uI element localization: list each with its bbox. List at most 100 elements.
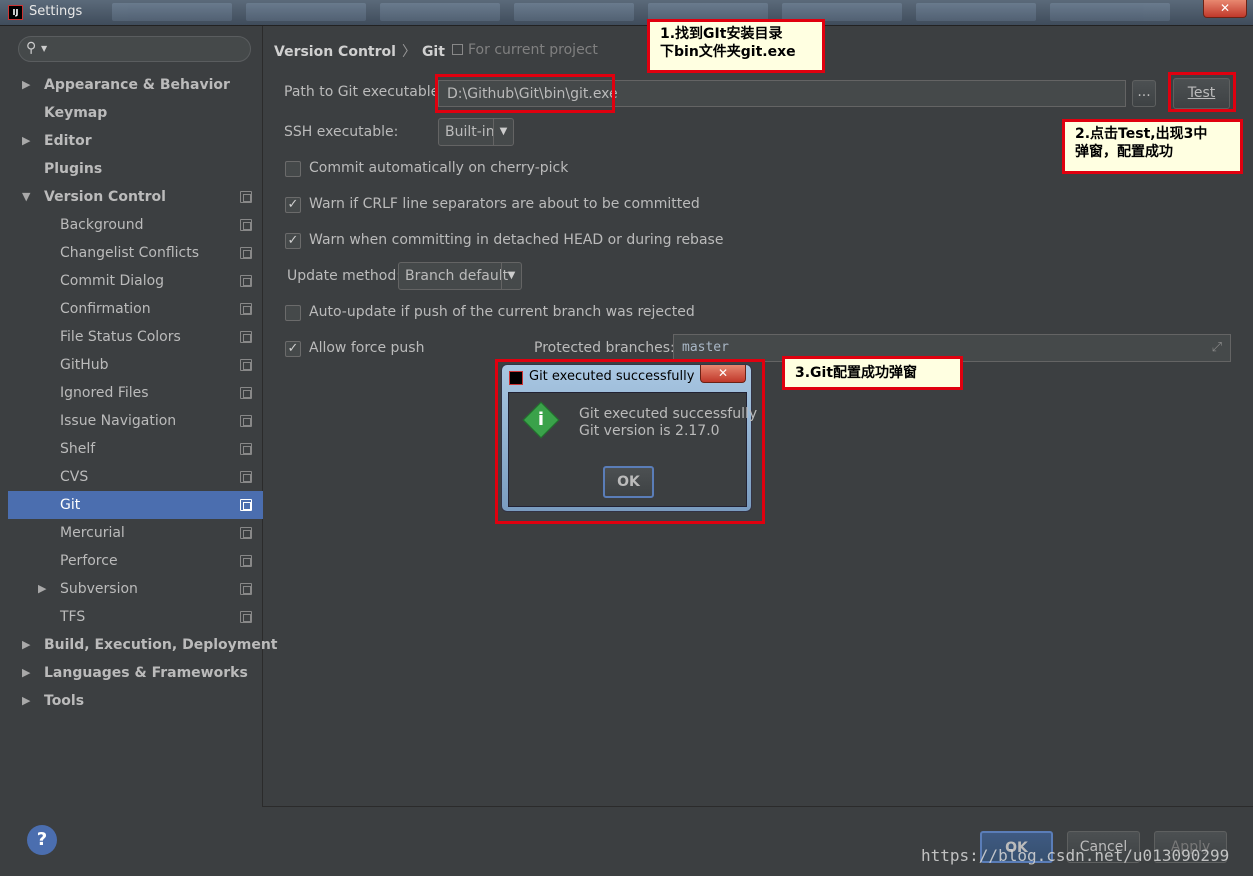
- sidebar-item-label: Background: [60, 217, 144, 233]
- expanded-arrow-icon[interactable]: ▼: [22, 183, 30, 211]
- annotation-note-step1-line2: 下bin文件夹git.exe: [660, 44, 796, 60]
- collapsed-arrow-icon[interactable]: ▶: [22, 659, 30, 687]
- browse-button[interactable]: ...: [1132, 80, 1156, 107]
- sidebar-item-perforce[interactable]: Perforce: [8, 547, 263, 575]
- sidebar-item-keymap[interactable]: Keymap: [8, 99, 263, 127]
- project-level-icon: [240, 303, 252, 315]
- update-method-dropdown-arrow-icon: ▼: [501, 263, 521, 289]
- project-level-icon: [240, 191, 252, 203]
- dialog-message: Git executed successfully Git version is…: [579, 406, 757, 440]
- collapsed-arrow-icon[interactable]: ▶: [22, 71, 30, 99]
- dialog-body: i Git executed successfully Git version …: [508, 392, 757, 507]
- sidebar-item-label: Keymap: [44, 105, 108, 121]
- sidebar-item-shelf[interactable]: Shelf: [8, 435, 263, 463]
- sidebar-item-label: TFS: [60, 609, 86, 625]
- dialog-message-line1: Git executed successfully: [579, 406, 758, 422]
- commit-cherry-pick-checkbox[interactable]: [285, 161, 301, 177]
- project-level-icon: [240, 219, 252, 231]
- sidebar-item-label: Git: [60, 497, 81, 513]
- project-scope-text: For current project: [468, 42, 598, 58]
- warn-crlf-checkbox[interactable]: ✓: [285, 197, 301, 213]
- intellij-app-icon: IJ: [8, 5, 23, 20]
- sidebar-item-tfs[interactable]: TFS: [8, 603, 263, 631]
- expand-icon[interactable]: ⤢: [1212, 335, 1222, 361]
- auto-update-checkbox[interactable]: [285, 305, 301, 321]
- ssh-executable-select[interactable]: Built-in ▼: [438, 118, 514, 146]
- annotation-highlight-test: [1168, 72, 1236, 112]
- project-level-icon: [240, 331, 252, 343]
- search-icon: ⚲: [26, 40, 37, 56]
- collapsed-arrow-icon[interactable]: ▶: [22, 127, 30, 155]
- sidebar-item-plugins[interactable]: Plugins: [8, 155, 263, 183]
- annotation-highlight-path: [435, 74, 615, 113]
- sidebar-item-label: Version Control: [44, 189, 166, 205]
- project-level-icon: [240, 499, 252, 511]
- project-level-icon: [240, 247, 252, 259]
- annotation-note-step3: 3.Git配置成功弹窗: [782, 356, 963, 390]
- breadcrumb-separator: 〉: [401, 44, 416, 60]
- allow-force-push-checkbox[interactable]: ✓: [285, 341, 301, 357]
- sidebar-item-label: Confirmation: [60, 301, 151, 317]
- allow-force-push-label: Allow force push: [309, 340, 425, 356]
- breadcrumb-git: Git: [421, 44, 445, 60]
- dialog-close-button[interactable]: ✕: [700, 365, 746, 383]
- sidebar-item-label: Perforce: [60, 553, 118, 569]
- sidebar-item-label: Languages & Frameworks: [44, 665, 248, 681]
- help-icon[interactable]: ?: [27, 825, 57, 855]
- sidebar-item-label: Commit Dialog: [60, 273, 165, 289]
- project-level-icon: [240, 275, 252, 287]
- sidebar-item-label: Appearance & Behavior: [44, 77, 230, 93]
- footer-divider: [263, 806, 1253, 807]
- sidebar-item-build-execution-deployment[interactable]: ▶ Build, Execution, Deployment: [8, 631, 278, 659]
- sidebar-item-label: Tools: [44, 693, 85, 709]
- update-method-select[interactable]: Branch default ▼: [398, 262, 522, 290]
- annotation-note-step2: 2.点击Test,出现3中 弹窗，配置成功: [1062, 119, 1243, 174]
- collapsed-arrow-icon[interactable]: ▶: [38, 575, 46, 603]
- sidebar-item-commit-dialog[interactable]: Commit Dialog: [8, 267, 263, 295]
- sidebar-item-confirmation[interactable]: Confirmation: [8, 295, 263, 323]
- window-title: Settings: [29, 4, 83, 19]
- protected-branches-label: Protected branches:: [534, 340, 675, 356]
- warn-crlf-label: Warn if CRLF line separators are about t…: [309, 196, 700, 212]
- sidebar-item-file-status-colors[interactable]: File Status Colors: [8, 323, 263, 351]
- sidebar-item-mercurial[interactable]: Mercurial: [8, 519, 263, 547]
- sidebar-item-tools[interactable]: ▶ Tools: [8, 687, 263, 715]
- warn-detached-head-label: Warn when committing in detached HEAD or…: [309, 232, 724, 248]
- annotation-note-step2-line2: 弹窗，配置成功: [1075, 144, 1173, 160]
- dialog-ok-button[interactable]: OK: [603, 466, 654, 498]
- protected-branches-value: master: [682, 340, 729, 355]
- project-level-icon: [240, 527, 252, 539]
- collapsed-arrow-icon[interactable]: ▶: [22, 631, 30, 659]
- sidebar-item-cvs[interactable]: CVS: [8, 463, 263, 491]
- sidebar-item-subversion[interactable]: ▶ Subversion: [8, 575, 263, 603]
- sidebar-item-changelist-conflicts[interactable]: Changelist Conflicts: [8, 239, 263, 267]
- sidebar-item-languages-frameworks[interactable]: ▶ Languages & Frameworks: [8, 659, 263, 687]
- window-title-bar: IJ Settings ✕: [0, 0, 1253, 26]
- git-success-dialog: Git executed successfully ✕ i Git execut…: [501, 364, 757, 512]
- sidebar-item-git[interactable]: Git: [8, 491, 263, 519]
- collapsed-arrow-icon[interactable]: ▶: [22, 687, 30, 715]
- sidebar-item-label: Ignored Files: [60, 385, 149, 401]
- path-to-git-label: Path to Git executable:: [284, 84, 444, 100]
- sidebar-item-appearance-behavior[interactable]: ▶ Appearance & Behavior: [8, 71, 263, 99]
- search-options-chevron-icon[interactable]: ▼: [41, 44, 47, 53]
- window-close-button[interactable]: ✕: [1203, 0, 1247, 18]
- sidebar-item-background[interactable]: Background: [8, 211, 263, 239]
- sidebar-item-version-control[interactable]: ▼ Version Control: [8, 183, 263, 211]
- info-icon: i: [537, 409, 545, 430]
- settings-sidebar: ⚲ ▼ ▶ Appearance & Behavior Keymap ▶ Editor P…: [8, 26, 278, 807]
- sidebar-item-ignored-files[interactable]: Ignored Files: [8, 379, 263, 407]
- settings-search-input[interactable]: ⚲ ▼: [18, 36, 251, 62]
- project-level-icon: [240, 555, 252, 567]
- breadcrumb: Version Control 〉 Git: [274, 41, 445, 61]
- sidebar-item-github[interactable]: GitHub: [8, 351, 263, 379]
- sidebar-item-editor[interactable]: ▶ Editor: [8, 127, 263, 155]
- update-method-label: Update method:: [287, 268, 401, 284]
- ssh-dropdown-arrow-icon: ▼: [493, 119, 513, 145]
- sidebar-item-label: Plugins: [44, 161, 103, 177]
- dialog-message-line2: Git version is 2.17.0: [579, 423, 720, 439]
- warn-detached-head-checkbox[interactable]: ✓: [285, 233, 301, 249]
- sidebar-item-issue-navigation[interactable]: Issue Navigation: [8, 407, 263, 435]
- update-method-value: Branch default: [405, 268, 509, 284]
- project-level-icon: [240, 611, 252, 623]
